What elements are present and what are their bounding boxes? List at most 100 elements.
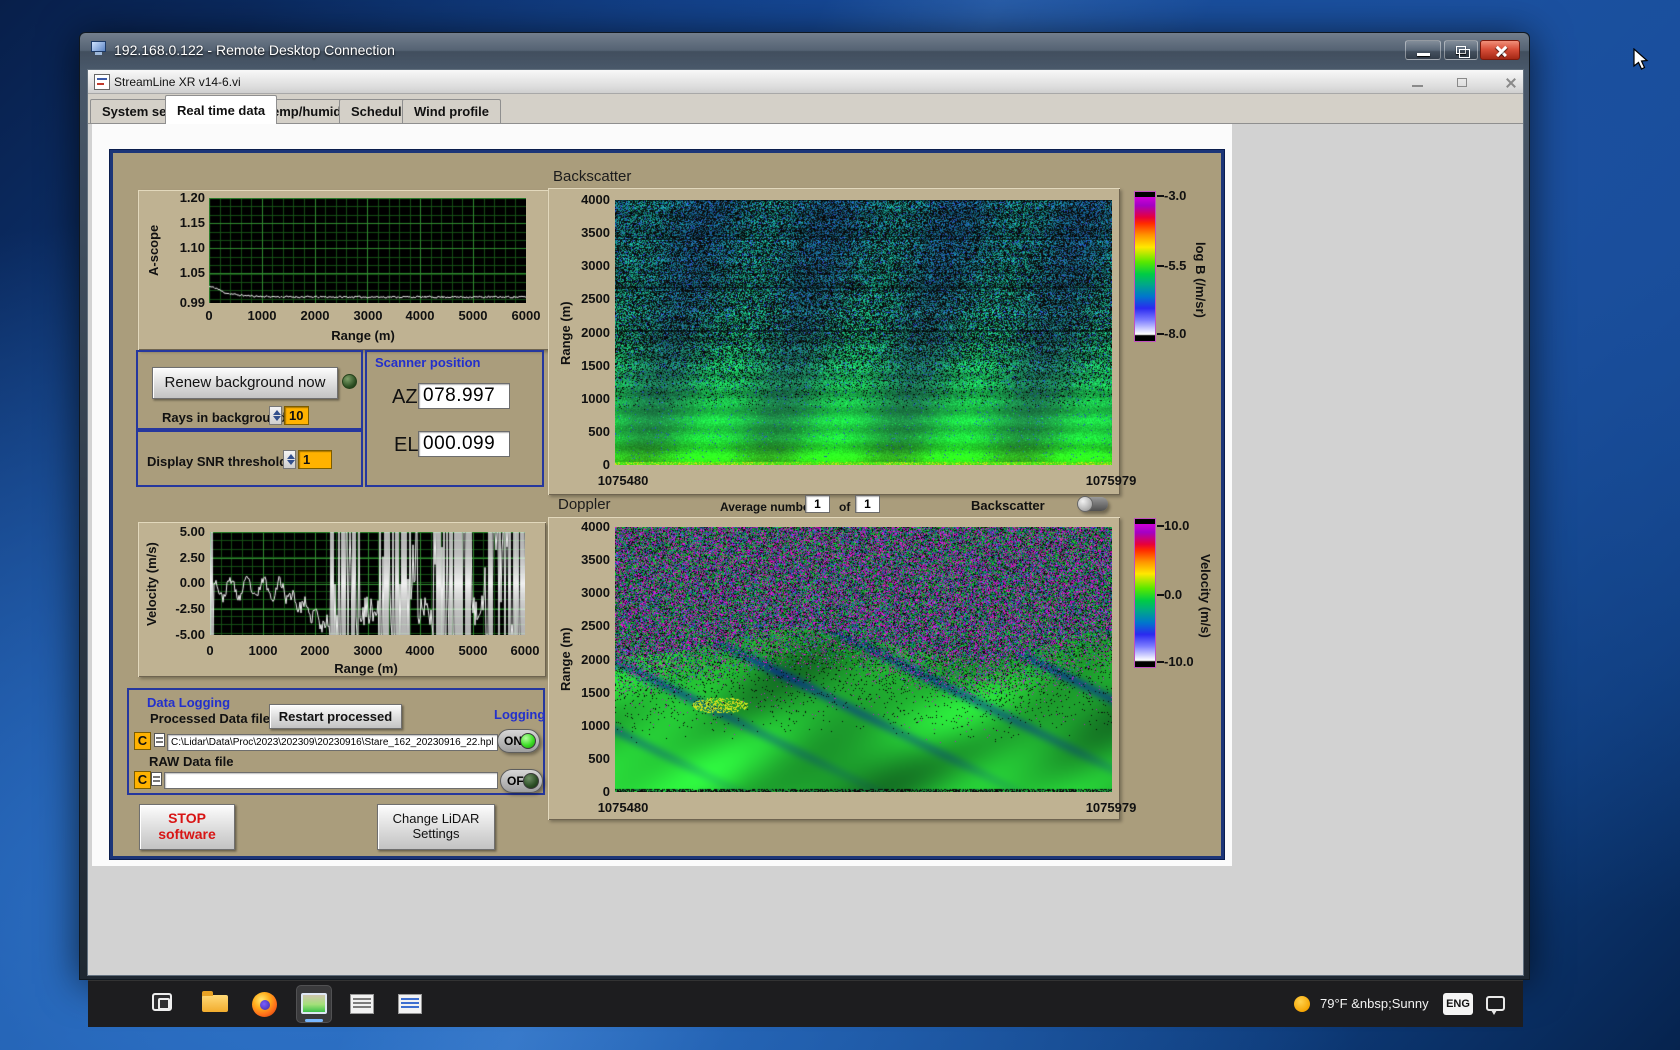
background-box: Renew background now Rays in background … (136, 350, 363, 430)
raw-logging-toggle[interactable]: OFF (500, 769, 543, 793)
doppler-x-end: 1075979 (1085, 800, 1137, 815)
language-indicator[interactable]: ENG (1443, 993, 1473, 1015)
taskbar-file-explorer-button[interactable] (197, 985, 233, 1023)
snr-label: Display SNR threshold (147, 454, 288, 469)
chat-icon[interactable] (1486, 996, 1505, 1015)
restore-button[interactable] (1444, 40, 1478, 60)
processed-drive-box[interactable]: C (134, 732, 151, 750)
close-button[interactable] (1480, 40, 1520, 60)
snr-value-field[interactable]: 1 (298, 450, 332, 469)
tick-label: 1000 (247, 308, 277, 323)
tick-label: 1500 (581, 357, 610, 373)
ascope-ylabel: A-scope (146, 224, 161, 276)
average-number-field[interactable]: 1 (805, 495, 830, 513)
backscatter-title: Backscatter (553, 168, 632, 185)
desktop: 192.168.0.122 - Remote Desktop Connectio… (0, 0, 1680, 1050)
scanner-position-title: Scanner position (375, 355, 481, 370)
taskbar-app-button-2[interactable] (392, 985, 428, 1023)
backscatter-x-start: 1075480 (597, 473, 649, 488)
el-value-field[interactable]: 000.099 (418, 431, 510, 457)
data-logging-box: Data Logging Processed Data file Restart… (127, 688, 545, 795)
app-window-icon (350, 994, 374, 1014)
velocity-graph: Velocity (m/s) 5.00 2.50 0.00 -2.50 -5.00 0 1… (138, 522, 546, 677)
colorbar-tick-mark (1157, 265, 1164, 267)
doppler-plot (615, 527, 1112, 792)
tick-label: 3000 (353, 643, 383, 658)
tick-label: 0 (205, 308, 213, 323)
front-panel: A-scope 1.20 1.15 1.10 1.05 0.99 0 1000 2000 30… (88, 124, 1523, 1027)
backscatter-x-end: 1075979 (1085, 473, 1137, 488)
processed-logging-toggle[interactable]: ON (497, 729, 540, 753)
colorbar-tick-mark (1157, 195, 1164, 197)
snr-spinner[interactable] (283, 450, 296, 469)
taskbar-task-view-button[interactable] (145, 985, 181, 1023)
rdp-app-icon (301, 993, 327, 1014)
doppler-x-start: 1075480 (597, 800, 649, 815)
ascope-xlabel: Range (m) (331, 328, 395, 343)
taskbar-firefox-button[interactable] (247, 985, 283, 1023)
tick-label: 0 (602, 784, 610, 800)
tick-label: 2000 (300, 308, 330, 323)
tick-label: 3500 (581, 225, 610, 241)
active-app-indicator (305, 1019, 323, 1022)
tick-label: 5000 (458, 643, 488, 658)
raw-path-field[interactable] (164, 772, 498, 789)
tick-label: 1.20 (179, 190, 205, 205)
rays-spinner[interactable] (269, 406, 282, 425)
tick-label: 0.00 (179, 575, 205, 590)
rdp-window: 192.168.0.122 - Remote Desktop Connectio… (79, 32, 1530, 1027)
tick-label: 2.50 (179, 550, 205, 565)
taskbar: 79°F &nb­sp;Sunny ENG (88, 980, 1523, 1027)
vi-minimize-button[interactable] (1409, 76, 1427, 89)
colorbar-tick-mark (1157, 594, 1164, 596)
tick-label: 1.10 (179, 240, 205, 255)
tick-label: 5.00 (179, 524, 205, 539)
tick-label: 1.15 (179, 215, 205, 230)
average-total-field[interactable]: 1 (855, 495, 880, 513)
taskbar-rdp-button[interactable] (296, 985, 332, 1023)
mouse-cursor (1633, 48, 1649, 70)
weather-text[interactable]: 79°F &nb­sp;Sunny (1320, 996, 1429, 1011)
tab-real-time-data[interactable]: Real time data (165, 95, 278, 124)
tick-label: 4000 (581, 192, 610, 207)
logging-label: Logging (494, 707, 546, 722)
weather-icon[interactable] (1294, 996, 1310, 1012)
remote-session: StreamLine XR v14-6.vi System setup Real… (87, 69, 1524, 1027)
rdp-window-title: 192.168.0.122 - Remote Desktop Connectio… (114, 42, 395, 58)
minimize-button[interactable] (1405, 40, 1441, 60)
vi-close-button[interactable] (1502, 76, 1520, 89)
restart-processed-button[interactable]: Restart processed file (269, 704, 402, 747)
taskbar-app-button-1[interactable] (344, 985, 380, 1023)
rays-value-field[interactable]: 10 (284, 406, 309, 425)
tick-label: 3000 (581, 258, 610, 274)
tick-label: 4000 (581, 519, 610, 534)
change-lidar-settings-button[interactable]: Change LiDAR Settings (377, 804, 495, 850)
tick-label: 3500 (581, 552, 610, 568)
processed-file-label: Processed Data file (150, 711, 270, 726)
tab-wind-profile[interactable]: Wind profile (402, 99, 501, 123)
tick-label: 6000 (511, 308, 541, 323)
vi-restore-button[interactable] (1454, 76, 1472, 89)
average-number-label: Average number (720, 500, 815, 514)
tick-label: 3000 (581, 585, 610, 601)
renew-background-button[interactable]: Renew background now (152, 367, 338, 399)
rays-label: Rays in background (162, 410, 287, 425)
processed-path-field[interactable]: C:\Lidar\Data\Proc\2023\202309\20230916\… (167, 734, 498, 751)
backscatter-plot (615, 200, 1112, 465)
tick-label: 2000 (581, 324, 610, 340)
tick-label: 500 (588, 750, 610, 766)
tick-label: 10.0 (1164, 518, 1190, 533)
renew-led (342, 374, 357, 389)
tick-label: 0 (206, 643, 214, 658)
raw-path-icon (151, 772, 162, 786)
tick-label: 2500 (581, 618, 610, 634)
doppler-title: Doppler (558, 496, 611, 513)
az-value-field[interactable]: 078.997 (418, 383, 510, 409)
raw-drive-box[interactable]: C (134, 771, 151, 789)
task-view-icon (152, 993, 172, 1011)
tick-label: 1000 (248, 643, 278, 658)
ascope-plot (209, 198, 526, 303)
doppler-colorbar (1134, 518, 1156, 668)
stop-software-button[interactable]: STOP software (139, 804, 235, 850)
backscatter-toggle[interactable] (1077, 496, 1108, 512)
